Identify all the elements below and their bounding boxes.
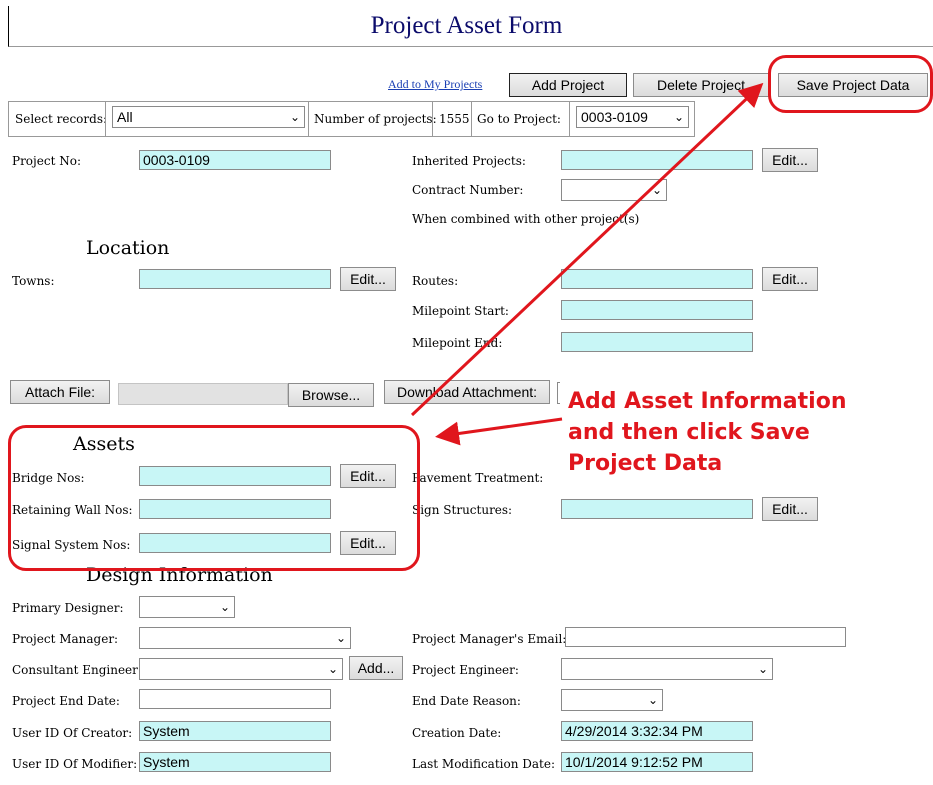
arrow-to-save-button: [410, 82, 764, 417]
annotation-arrows: [410, 82, 764, 446]
arrow-to-assets: [435, 417, 563, 446]
